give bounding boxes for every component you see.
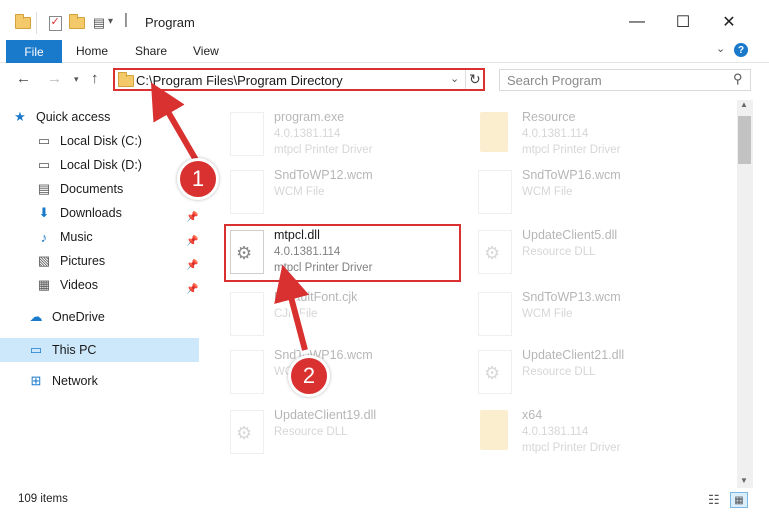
annotation-arrows (150, 82, 310, 355)
tiles-view-icon[interactable]: ▦ (730, 492, 748, 508)
step-2-badge: 2 (288, 355, 330, 397)
arrow-1 (150, 82, 199, 162)
arrow-2 (274, 264, 310, 351)
step-1-badge: 1 (177, 158, 219, 200)
details-view-icon[interactable]: ☷ (708, 492, 720, 508)
status-item-count: 109 items (18, 493, 68, 505)
